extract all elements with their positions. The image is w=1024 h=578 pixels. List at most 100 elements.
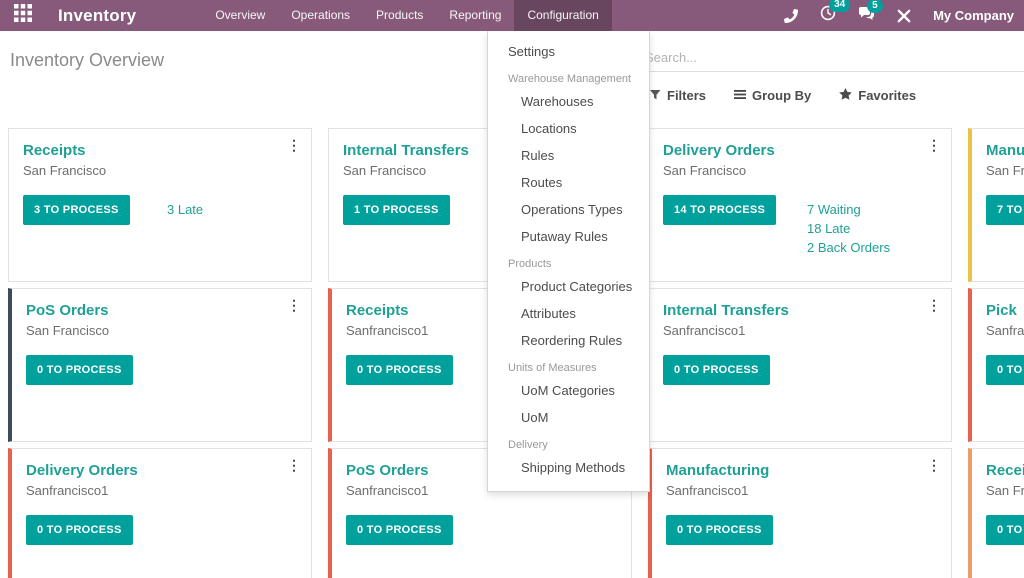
favorites-label: Favorites — [858, 88, 916, 103]
page-title: Inventory Overview — [10, 50, 164, 71]
app-title[interactable]: Inventory — [58, 0, 136, 31]
to-process-button[interactable]: 14 TO PROCESS — [663, 195, 776, 225]
kebab-menu-icon[interactable]: ⋮ — [287, 138, 301, 152]
search-box — [645, 46, 1024, 72]
card-counts: 7 Waiting18 Late2 Back Orders — [807, 200, 890, 257]
funnel-icon — [650, 88, 661, 103]
messages-button[interactable]: 5 — [858, 6, 875, 26]
filters-label: Filters — [667, 88, 706, 103]
card-subtitle: Sanfrancisco1 — [986, 323, 1024, 338]
activities-count-badge: 34 — [829, 0, 850, 12]
card-subtitle: Sanfrancisco1 — [663, 323, 937, 338]
kanban-card: Pick Sanfrancisco1 ⋮ 0 TO PROCESS — [968, 288, 1024, 442]
menu-section-units-of-measures: Units of Measures — [488, 354, 649, 377]
top-nav: OverviewOperationsProductsReportingConfi… — [202, 0, 612, 31]
search-input[interactable] — [645, 46, 1024, 72]
card-subtitle: San Francisco — [23, 163, 297, 178]
to-process-button[interactable]: 0 TO PROCESS — [346, 515, 453, 545]
to-process-button[interactable]: 7 TO PROCESS — [986, 195, 1024, 225]
kanban-card: Internal Transfers Sanfrancisco1 ⋮ 0 TO … — [648, 288, 952, 442]
kanban-card: PoS Orders San Francisco ⋮ 0 TO PROCESS — [8, 288, 312, 442]
menu-item-attributes[interactable]: Attributes — [488, 300, 649, 327]
bars-icon — [734, 88, 746, 103]
menu-item-routes[interactable]: Routes — [488, 169, 649, 196]
to-process-button[interactable]: 0 TO PROCESS — [986, 515, 1024, 545]
card-title[interactable]: Pick — [986, 302, 1024, 319]
kebab-menu-icon[interactable]: ⋮ — [287, 458, 301, 472]
count-link-2-back-orders[interactable]: 2 Back Orders — [807, 238, 890, 257]
menu-item-operations-types[interactable]: Operations Types — [488, 196, 649, 223]
menu-item-uom[interactable]: UoM — [488, 404, 649, 431]
tools-icon[interactable] — [897, 9, 911, 23]
menu-item-settings[interactable]: Settings — [488, 38, 649, 65]
card-subtitle: San Francisco — [986, 483, 1024, 498]
activities-button[interactable]: 34 — [820, 5, 836, 26]
kanban-card: Manufacturing Sanfrancisco1 ⋮ 0 TO PROCE… — [648, 448, 952, 578]
to-process-button[interactable]: 0 TO PROCESS — [346, 355, 453, 385]
favorites-button[interactable]: Favorites — [839, 88, 916, 103]
to-process-button[interactable]: 0 TO PROCESS — [26, 355, 133, 385]
to-process-button[interactable]: 1 TO PROCESS — [343, 195, 450, 225]
top-bar: Inventory OverviewOperationsProductsRepo… — [0, 0, 1024, 31]
card-title[interactable]: Receipts — [23, 142, 297, 159]
card-subtitle: San Francisco — [26, 323, 297, 338]
to-process-button[interactable]: 0 TO PROCESS — [986, 355, 1024, 385]
kebab-menu-icon[interactable]: ⋮ — [927, 458, 941, 472]
kanban-card: Delivery Orders San Francisco ⋮ 14 TO PR… — [648, 128, 952, 282]
card-title[interactable]: Delivery Orders — [663, 142, 937, 159]
messages-count-badge: 5 — [867, 0, 883, 13]
menu-item-shipping-methods[interactable]: Shipping Methods — [488, 454, 649, 481]
card-title[interactable]: Delivery Orders — [26, 462, 297, 479]
kanban-card: Delivery Orders Sanfrancisco1 ⋮ 0 TO PRO… — [8, 448, 312, 578]
menu-item-rules[interactable]: Rules — [488, 142, 649, 169]
kanban-card: Receipts San Francisco ⋮ 3 TO PROCESS 3 … — [8, 128, 312, 282]
phone-icon[interactable] — [784, 9, 798, 23]
menu-item-putaway-rules[interactable]: Putaway Rules — [488, 223, 649, 250]
card-title[interactable]: Internal Transfers — [663, 302, 937, 319]
card-subtitle: Sanfrancisco1 — [666, 483, 937, 498]
kebab-menu-icon[interactable]: ⋮ — [927, 138, 941, 152]
kebab-menu-icon[interactable]: ⋮ — [927, 298, 941, 312]
to-process-button[interactable]: 3 TO PROCESS — [23, 195, 130, 225]
menu-item-locations[interactable]: Locations — [488, 115, 649, 142]
inventory-overview-page: Inventory OverviewOperationsProductsRepo… — [0, 0, 1024, 578]
card-title[interactable]: Manufacturing — [986, 142, 1024, 159]
menu-item-warehouses[interactable]: Warehouses — [488, 88, 649, 115]
filters-button[interactable]: Filters — [650, 88, 706, 103]
menu-section-products: Products — [488, 250, 649, 273]
nav-item-operations[interactable]: Operations — [278, 0, 363, 31]
apps-menu-button[interactable] — [0, 0, 46, 31]
group-by-label: Group By — [752, 88, 811, 103]
nav-item-reporting[interactable]: Reporting — [436, 0, 514, 31]
card-title[interactable]: Manufacturing — [666, 462, 937, 479]
menu-section-delivery: Delivery — [488, 431, 649, 454]
menu-item-reordering-rules[interactable]: Reordering Rules — [488, 327, 649, 354]
card-subtitle: San Francisco — [986, 163, 1024, 178]
nav-item-configuration[interactable]: Configuration — [514, 0, 611, 31]
star-icon — [839, 88, 852, 103]
config-dropdown: SettingsWarehouse ManagementWarehousesLo… — [487, 31, 650, 492]
count-link-7-waiting[interactable]: 7 Waiting — [807, 200, 890, 219]
nav-item-overview[interactable]: Overview — [202, 0, 278, 31]
count-link-18-late[interactable]: 18 Late — [807, 219, 890, 238]
menu-item-uom-categories[interactable]: UoM Categories — [488, 377, 649, 404]
kanban-card: Receipts San Francisco ⋮ 0 TO PROCESS — [968, 448, 1024, 578]
topbar-right: 34 5 My Company — [784, 0, 1024, 31]
count-link-3-late[interactable]: 3 Late — [167, 200, 203, 219]
to-process-button[interactable]: 0 TO PROCESS — [663, 355, 770, 385]
card-title[interactable]: Receipts — [986, 462, 1024, 479]
card-title[interactable]: PoS Orders — [26, 302, 297, 319]
card-subtitle: Sanfrancisco1 — [26, 483, 297, 498]
nav-item-products[interactable]: Products — [363, 0, 436, 31]
filter-toolbar: Filters Group By Favorites — [650, 88, 916, 103]
menu-item-product-categories[interactable]: Product Categories — [488, 273, 649, 300]
to-process-button[interactable]: 0 TO PROCESS — [666, 515, 773, 545]
menu-section-warehouse-management: Warehouse Management — [488, 65, 649, 88]
card-counts: 3 Late — [167, 200, 203, 219]
card-subtitle: San Francisco — [663, 163, 937, 178]
kebab-menu-icon[interactable]: ⋮ — [287, 298, 301, 312]
group-by-button[interactable]: Group By — [734, 88, 811, 103]
user-menu[interactable]: My Company — [933, 8, 1014, 23]
kanban-card: Manufacturing San Francisco ⋮ 7 TO PROCE… — [968, 128, 1024, 282]
to-process-button[interactable]: 0 TO PROCESS — [26, 515, 133, 545]
